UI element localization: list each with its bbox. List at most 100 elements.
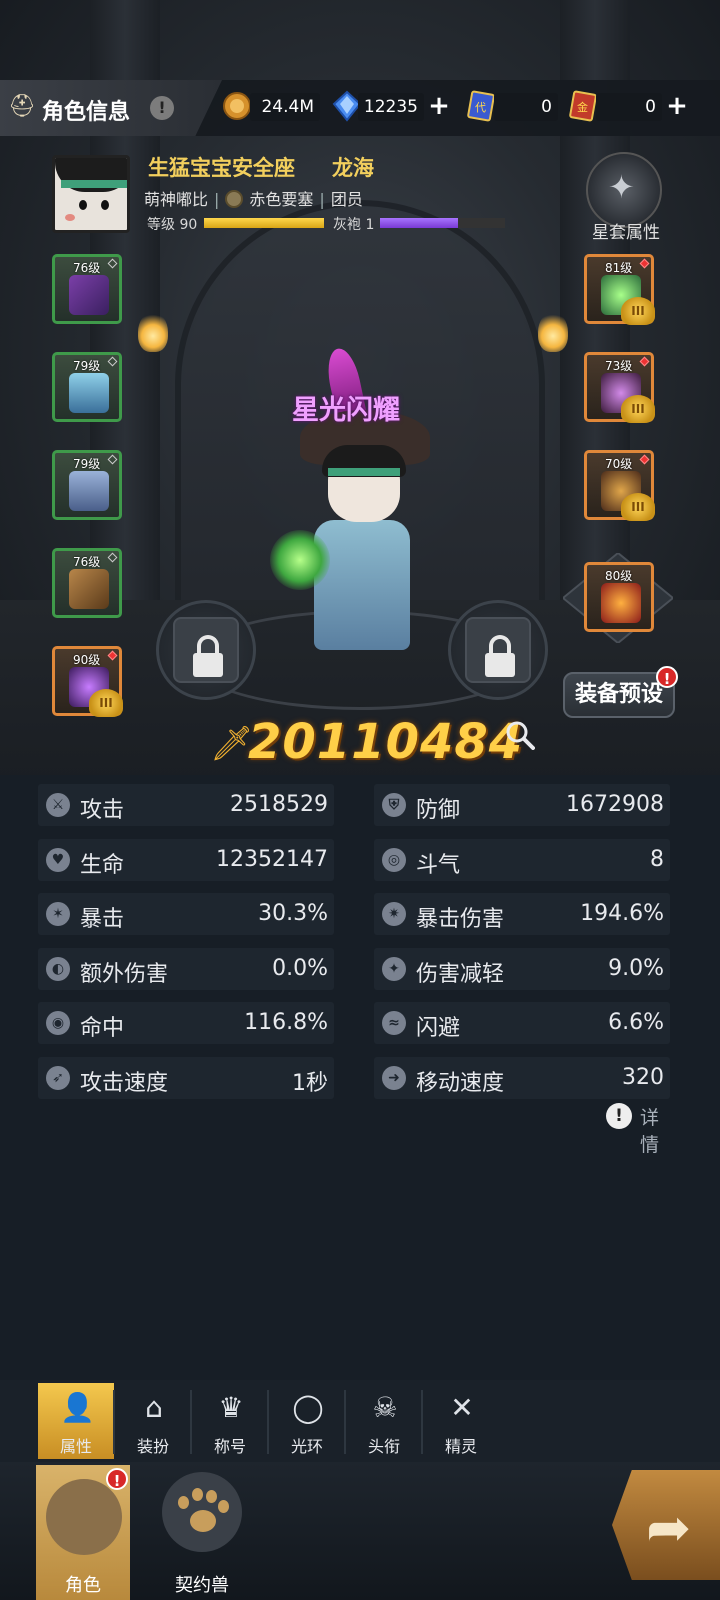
stat-row: ➶ 攻击速度 1秒 <box>38 1057 334 1099</box>
help-button[interactable]: ! <box>150 96 174 120</box>
robe-bar-fill <box>380 218 458 228</box>
ticket-gold-display: 0 <box>596 93 662 121</box>
lock-icon <box>197 635 219 655</box>
stat-value: 12352147 <box>216 846 328 872</box>
stat-row: ♥ 生命 12352147 <box>38 838 334 881</box>
gem-icon <box>639 258 650 269</box>
title-tab: ⛑ 角色信息 ! <box>0 80 222 136</box>
star-crown-icon: III <box>621 395 655 423</box>
tab-crown[interactable]: ♛ 称号 <box>192 1383 268 1459</box>
stat-label: 暴击 <box>80 907 125 933</box>
locked-slot-right[interactable] <box>448 600 548 700</box>
search-icon[interactable] <box>505 720 535 750</box>
stat-value: 8 <box>650 846 664 872</box>
stat-label: 攻击速度 <box>80 1071 169 1096</box>
level-bar <box>204 218 324 228</box>
robe-icon <box>69 373 109 413</box>
star-set-button[interactable]: ✦ <box>586 152 662 228</box>
svg-text:金: 金 <box>577 100 588 114</box>
ticket-gold-value: 0 <box>645 97 656 117</box>
character-head-icon <box>46 1479 122 1555</box>
equip-slot-amulet[interactable]: 80级 <box>584 562 654 632</box>
stat-row: ◎ 斗气 8 <box>374 838 670 881</box>
tab-label: 装扮 <box>136 1437 169 1456</box>
stat-row: ✶ 暴击 30.3% <box>38 893 334 936</box>
add-diamond-button[interactable]: + <box>426 93 452 120</box>
stat-value: 1秒 <box>292 1071 328 1096</box>
level-bar-fill <box>204 218 324 228</box>
tab-divider <box>267 1390 269 1454</box>
glowing-staff-orb <box>270 530 330 590</box>
combat-power-value: 20110484 <box>248 714 524 770</box>
equip-slot-bracers[interactable]: 76级 <box>52 548 122 618</box>
slot-level: 76级 <box>73 555 101 569</box>
nav-character-label: 角色 <box>65 1575 101 1596</box>
stat-value: 320 <box>622 1065 664 1090</box>
person-icon: 👤 <box>60 1391 95 1424</box>
equip-slot-robe[interactable]: 79级 <box>52 352 122 422</box>
svg-text:代: 代 <box>475 101 486 114</box>
gem-icon <box>107 650 118 661</box>
info-icon: ! <box>606 1103 632 1129</box>
stat-row: ◐ 额外伤害 0.0% <box>38 947 334 990</box>
tab-halo[interactable]: ◯ 光环 <box>269 1383 345 1459</box>
character-name: 生猛宝宝安全座 <box>148 156 295 180</box>
equip-slot-necklace[interactable]: 70级 III <box>584 450 655 521</box>
tab-person[interactable]: 👤 属性 <box>38 1383 114 1459</box>
character-silhouette-icon: ⛑ <box>8 94 36 119</box>
tab-crossed-spirit[interactable]: ✕ 精灵 <box>423 1383 499 1459</box>
slot-level: 70级 <box>605 457 633 471</box>
guild-emblem-icon <box>225 190 244 208</box>
character-body <box>314 520 410 650</box>
gem-icon <box>639 454 650 465</box>
return-button[interactable]: ➦ <box>612 1470 720 1580</box>
halo-icon: ◯ <box>292 1391 324 1424</box>
gem-icon <box>107 454 118 465</box>
tab-hanger[interactable]: ⌂ 装扮 <box>115 1383 191 1459</box>
slot-level: 76级 <box>73 261 101 275</box>
stat-row: ✷ 暴击伤害 194.6% <box>374 893 670 936</box>
gem-icon <box>107 356 118 367</box>
tab-divider <box>190 1390 192 1454</box>
skull-wings-icon: ☠ <box>372 1391 398 1424</box>
crit-damage-icon: ✷ <box>382 902 406 927</box>
curved-arrow-icon: ➦ <box>646 1496 692 1559</box>
stat-value: 0.0% <box>272 955 328 981</box>
damage-reduce-icon: ✦ <box>382 956 406 981</box>
extra-damage-icon: ◐ <box>46 956 70 981</box>
guild-line: 萌神嘟比 | 赤色要塞 | 团员 <box>144 190 363 209</box>
stat-label: 攻击 <box>80 798 125 823</box>
equip-slot-staff[interactable]: 81级 III <box>584 254 655 325</box>
gem-icon <box>639 356 650 367</box>
star-crown-icon: III <box>621 493 655 521</box>
add-ticket-button[interactable]: + <box>664 93 690 120</box>
hat-icon <box>69 275 109 315</box>
nav-beast-label: 契约兽 <box>175 1575 229 1596</box>
equip-slot-ring[interactable]: 73级 III <box>584 352 655 423</box>
lock-icon <box>489 635 511 655</box>
ticket-blue-value: 0 <box>541 97 552 117</box>
boots-icon <box>69 471 109 511</box>
tab-skull-wings[interactable]: ☠ 头衔 <box>346 1383 422 1459</box>
locked-slot-left[interactable] <box>156 600 256 700</box>
tab-label: 精灵 <box>444 1437 477 1456</box>
guild-name[interactable]: 赤色要塞 <box>249 190 313 209</box>
equip-slot-hat[interactable]: 76级 <box>52 254 122 324</box>
equip-slot-boots[interactable]: 79级 <box>52 450 122 520</box>
ticket-blue-display: 0 <box>494 93 558 121</box>
tab-divider <box>421 1390 423 1454</box>
bracers-icon <box>69 569 109 609</box>
star-crown-icon: III <box>89 689 123 717</box>
stat-row: ≈ 闪避 6.6% <box>374 1002 670 1045</box>
equip-slot-cloak[interactable]: 90级 III <box>52 646 123 717</box>
slot-level: 73级 <box>605 359 633 373</box>
slot-level: 79级 <box>73 359 101 373</box>
character-headband <box>328 468 400 476</box>
slot-level: 80级 <box>605 569 633 583</box>
gem-icon <box>107 552 118 563</box>
avatar[interactable] <box>52 155 130 233</box>
stat-label: 暴击伤害 <box>416 907 505 933</box>
diamond-value: 12235 <box>363 97 418 117</box>
stat-value: 9.0% <box>608 955 664 981</box>
spiral-icon: ◎ <box>382 847 406 872</box>
